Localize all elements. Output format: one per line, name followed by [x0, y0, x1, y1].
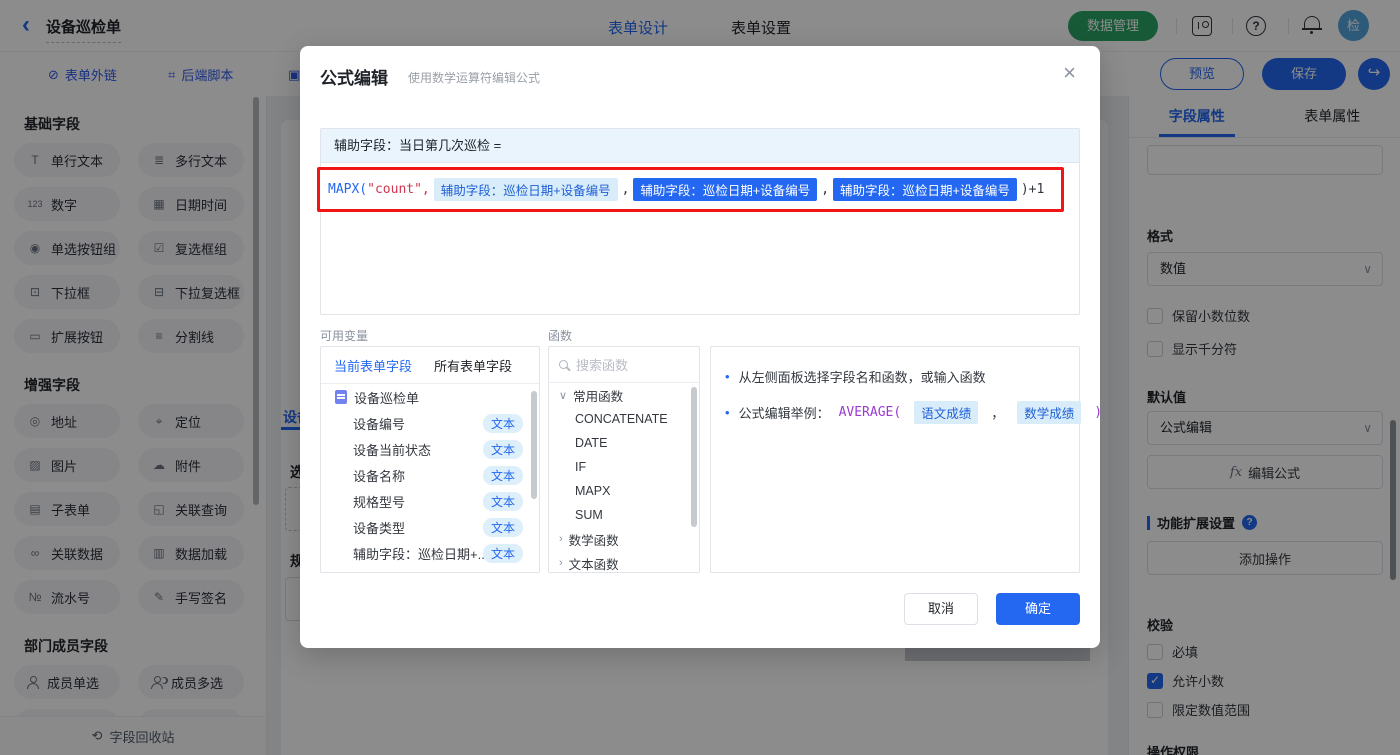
tip-text: 从左侧面板选择字段名和函数，或输入函数: [739, 367, 986, 386]
chevron-right-icon: ›: [559, 557, 563, 569]
chevron-right-icon: ›: [559, 533, 563, 545]
function-name: IF: [575, 460, 586, 474]
formula-line-highlighted[interactable]: MAPX( "count", 辅助字段：巡检日期+设备编号 , 辅助字段：巡检日…: [317, 167, 1064, 212]
example-function: AVERAGE(: [839, 405, 902, 420]
close-icon[interactable]: ×: [1063, 62, 1076, 84]
variables-tabs: 当前表单字段 所有表单字段: [321, 347, 539, 384]
chevron-down-icon: ∨: [559, 389, 567, 402]
function-item[interactable]: MAPX: [549, 479, 699, 503]
function-group-math[interactable]: › 数学函数: [549, 527, 699, 551]
field-name: 规格型号: [353, 492, 405, 511]
function-search-input[interactable]: 搜索函数: [549, 347, 699, 383]
field-token-selected[interactable]: 辅助字段：巡检日期+设备编号: [633, 178, 817, 201]
field-name: 设备当前状态: [353, 440, 431, 459]
tab-all-form-fields[interactable]: 所有表单字段: [434, 356, 512, 375]
group-label: 数学函数: [569, 530, 619, 549]
formula-tail: )+1: [1021, 182, 1044, 197]
variables-scrollbar[interactable]: [531, 391, 537, 499]
function-group-text[interactable]: › 文本函数: [549, 551, 699, 573]
field-name: 设备类型: [353, 518, 405, 537]
tab-current-form-fields[interactable]: 当前表单字段: [334, 356, 412, 375]
form-node-label: 设备巡检单: [354, 388, 419, 407]
type-tag: 文本: [483, 440, 523, 459]
function-name: DATE: [575, 436, 607, 450]
formula-editor-modal: 公式编辑 使用数学运算符编辑公式 × 辅助字段：当日第几次巡检 = MAPX( …: [300, 46, 1100, 648]
variable-field[interactable]: 辅助字段：巡检日期+...文本: [321, 540, 539, 566]
variable-field[interactable]: 设备类型 文本: [321, 514, 539, 540]
functions-scrollbar[interactable]: [691, 387, 697, 527]
document-icon: [335, 390, 347, 404]
formula-target-field: 辅助字段：当日第几次巡检 =: [321, 129, 1079, 163]
comma: ,: [622, 182, 630, 197]
example-token: 语文成绩: [914, 401, 978, 424]
app-window: ‹ 设备巡检单 表单设计 表单设置 数据管理 ? 检 ⊘ 表单外链 ⌗ 后端脚本…: [0, 0, 1400, 755]
type-tag: 文本: [483, 466, 523, 485]
example-close-paren: ): [1094, 405, 1102, 420]
variable-field[interactable]: 设备编号 文本: [321, 410, 539, 436]
function-name: MAPX(: [328, 182, 367, 197]
function-item[interactable]: DATE: [549, 431, 699, 455]
bullet-icon: •: [725, 369, 730, 384]
variable-field[interactable]: 规格型号 文本: [321, 488, 539, 514]
tip-row-example: • 公式编辑举例： AVERAGE( 语文成绩 ， 数学成绩 ): [725, 401, 1065, 424]
comma: ,: [821, 182, 829, 197]
group-label: 文本函数: [569, 554, 619, 573]
function-name: CONCATENATE: [575, 412, 668, 426]
modal-subtitle: 使用数学运算符编辑公式: [408, 69, 540, 86]
field-token-selected[interactable]: 辅助字段：巡检日期+设备编号: [833, 178, 1017, 201]
field-token[interactable]: 辅助字段：巡检日期+设备编号: [434, 178, 618, 201]
variables-label: 可用变量: [320, 327, 368, 344]
function-name: SUM: [575, 508, 603, 522]
field-name: 设备编号: [353, 414, 405, 433]
type-tag: 文本: [483, 492, 523, 511]
functions-label: 函数: [548, 327, 572, 344]
function-item[interactable]: CONCATENATE: [549, 407, 699, 431]
tip-row: • 从左侧面板选择字段名和函数，或输入函数: [725, 367, 1065, 386]
function-name: MAPX: [575, 484, 610, 498]
type-tag: 文本: [483, 544, 523, 563]
search-icon: [559, 360, 568, 369]
form-node[interactable]: 设备巡检单: [321, 384, 539, 410]
field-name: 辅助字段：巡检日期+...: [353, 544, 488, 563]
group-label: 常用函数: [573, 386, 623, 405]
bullet-icon: •: [725, 405, 730, 420]
help-panel: • 从左侧面板选择字段名和函数，或输入函数 • 公式编辑举例： AVERAGE(…: [710, 346, 1080, 573]
cancel-button[interactable]: 取消: [904, 593, 978, 625]
confirm-button[interactable]: 确定: [996, 593, 1080, 625]
example-comma: ，: [991, 403, 1004, 422]
variable-field[interactable]: 设备名称 文本: [321, 462, 539, 488]
type-tag: 文本: [483, 414, 523, 433]
function-item[interactable]: SUM: [549, 503, 699, 527]
tip-example-prefix: 公式编辑举例：: [739, 403, 830, 422]
variables-panel: 当前表单字段 所有表单字段 设备巡检单 设备编号文本 设备当前状态文本 设备名称…: [320, 346, 540, 573]
type-tag: 文本: [483, 518, 523, 537]
variable-field[interactable]: 设备当前状态 文本: [321, 436, 539, 462]
modal-title: 公式编辑: [320, 64, 388, 89]
search-placeholder: 搜索函数: [576, 355, 628, 374]
example-token: 数学成绩: [1017, 401, 1081, 424]
formula-editor-box[interactable]: 辅助字段：当日第几次巡检 =: [320, 128, 1080, 315]
modal-footer: 取消 确定: [904, 593, 1080, 625]
string-argument: "count",: [367, 182, 430, 197]
field-name: 设备名称: [353, 466, 405, 485]
function-item[interactable]: IF: [549, 455, 699, 479]
functions-panel: 搜索函数 ∨ 常用函数 CONCATENATE DATE IF MAPX SUM…: [548, 346, 700, 573]
function-group-common[interactable]: ∨ 常用函数: [549, 383, 699, 407]
